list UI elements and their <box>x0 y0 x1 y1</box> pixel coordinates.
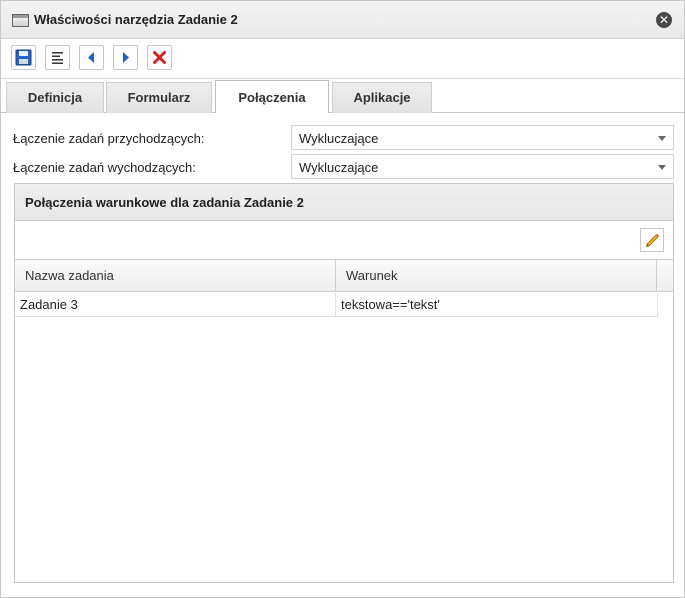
column-header-task-name[interactable]: Nazwa zadania <box>15 260 336 291</box>
arrow-left-icon <box>88 52 94 63</box>
dialog-title: Właściwości narzędzia Zadanie 2 <box>34 12 238 27</box>
save-button[interactable] <box>11 45 36 70</box>
delete-button[interactable] <box>147 45 172 70</box>
previous-button[interactable] <box>79 45 104 70</box>
column-header-condition[interactable]: Warunek <box>336 260 657 291</box>
edit-button[interactable] <box>640 228 664 252</box>
properties-dialog: Właściwości narzędzia Zadanie 2 ✕ Defini… <box>0 0 685 598</box>
tab-definicja[interactable]: Definicja <box>6 82 104 113</box>
align-icon <box>52 52 63 64</box>
outgoing-join-value: Wykluczające <box>299 160 379 175</box>
window-icon <box>12 14 29 27</box>
cell-condition: tekstowa=='tekst' <box>336 293 658 317</box>
title-bar[interactable]: Właściwości narzędzia Zadanie 2 ✕ <box>1 1 684 39</box>
next-button[interactable] <box>113 45 138 70</box>
grid-header: Nazwa zadania Warunek <box>15 260 673 292</box>
cell-task-name: Zadanie 3 <box>15 293 336 317</box>
outgoing-join-label: Łączenie zadań wychodzących: <box>13 160 196 175</box>
outgoing-join-select[interactable]: Wykluczające <box>291 154 674 179</box>
incoming-join-select[interactable]: Wykluczające <box>291 125 674 150</box>
chevron-down-icon <box>658 165 666 170</box>
tab-aplikacje[interactable]: Aplikacje <box>332 82 432 113</box>
chevron-down-icon <box>658 136 666 141</box>
delete-icon <box>153 51 166 64</box>
tab-polaczenia[interactable]: Połączenia <box>215 80 329 113</box>
incoming-join-value: Wykluczające <box>299 131 379 146</box>
save-icon <box>15 49 32 66</box>
pencil-icon <box>646 233 660 247</box>
close-icon[interactable]: ✕ <box>656 12 672 28</box>
panel-header: Połączenia warunkowe dla zadania Zadanie… <box>15 184 673 221</box>
tab-formularz[interactable]: Formularz <box>106 82 212 113</box>
arrow-right-icon <box>123 52 129 63</box>
align-button[interactable] <box>45 45 70 70</box>
conditional-connections-panel: Połączenia warunkowe dla zadania Zadanie… <box>14 183 674 583</box>
table-row[interactable]: Zadanie 3 tekstowa=='tekst' <box>15 293 658 317</box>
panel-title: Połączenia warunkowe dla zadania Zadanie… <box>25 195 304 210</box>
incoming-join-label: Łączenie zadań przychodzących: <box>13 131 205 146</box>
toolbar <box>1 40 684 79</box>
panel-toolbar <box>15 221 673 260</box>
tab-bar: Definicja Formularz Połączenia Aplikacje <box>1 79 684 113</box>
